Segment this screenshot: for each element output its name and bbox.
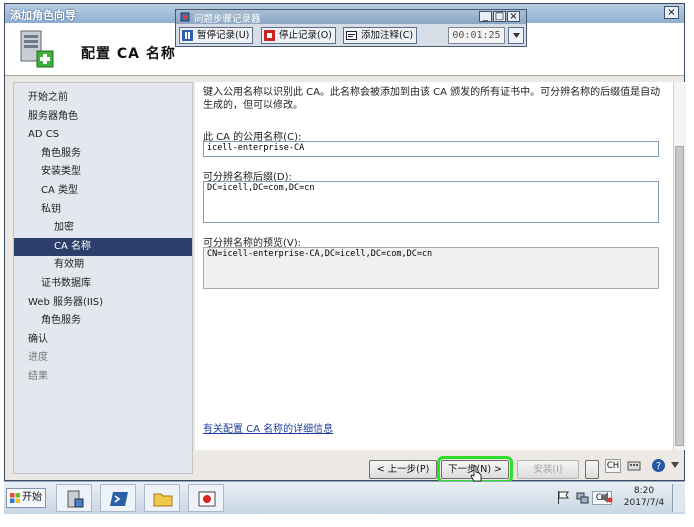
mouse-cursor-icon	[470, 465, 482, 482]
wizard-content: 键入公用名称以识别此 CA。此名称会被添加到由该 CA 颁发的所有证书中。可分辨…	[195, 82, 673, 450]
windows-logo-icon	[10, 493, 20, 503]
wizard-close-button[interactable]: ×	[664, 6, 679, 19]
network-icon[interactable]	[576, 491, 589, 504]
recorder-title: 问题步骤记录器	[194, 14, 261, 25]
sidebar-item[interactable]: 加密	[14, 219, 192, 237]
stop-icon	[264, 30, 275, 41]
sidebar-item[interactable]: Web 服务器(IIS)	[14, 294, 192, 312]
clock-date: 2017/7/4	[623, 498, 665, 508]
sidebar-item[interactable]: 角色服务	[14, 145, 192, 163]
sidebar-item[interactable]: CA 名称	[14, 237, 192, 256]
recorder-titlebar[interactable]: 问题步骤记录器 _ □ ×	[176, 10, 526, 25]
chevron-down-icon[interactable]	[671, 461, 679, 469]
sidebar-item[interactable]: 私钥	[14, 201, 192, 219]
sidebar-item[interactable]: 结果	[14, 368, 192, 386]
server-add-role-icon	[20, 30, 54, 68]
volume-icon[interactable]	[600, 491, 613, 504]
recorder-minimize-button[interactable]: _	[479, 11, 492, 22]
pause-icon	[182, 30, 193, 41]
stop-record-label: 停止记录(O)	[279, 30, 332, 41]
start-label: 开始	[22, 492, 42, 503]
server-icon	[67, 490, 84, 508]
dn-suffix-input[interactable]: DC=icell,DC=com,DC=cn	[203, 181, 659, 223]
install-button[interactable]: 安装(I)	[517, 460, 579, 479]
sidebar-item[interactable]: 安装类型	[14, 163, 192, 181]
clock-time: 8:20	[633, 486, 655, 496]
folder-icon	[153, 493, 173, 507]
explorer-taskbar-icon[interactable]	[144, 484, 180, 512]
windows-taskbar: 开始 CH 8:20 2017/7/4	[4, 481, 685, 514]
add-roles-wizard-window: 添加角色向导 × 配置 CA 名称 开始之前 服务器角色 AD CS 角色服务 安装类型…	[4, 3, 686, 483]
sidebar-item[interactable]: 证书数据库	[14, 275, 192, 293]
recorder-app-icon	[180, 12, 190, 22]
recorder-menu-dropdown[interactable]	[508, 27, 524, 44]
cancel-button[interactable]: 取消	[585, 460, 599, 479]
add-comment-button[interactable]: 添加注释(C)	[343, 27, 418, 44]
comment-icon	[346, 31, 357, 40]
chevron-down-icon	[513, 33, 520, 38]
sidebar-item[interactable]: 服务器角色	[14, 108, 192, 126]
record-timer: 00:01:25	[448, 27, 505, 44]
add-comment-label: 添加注释(C)	[361, 30, 414, 41]
page-title: 配置 CA 名称	[81, 46, 176, 62]
powershell-icon	[110, 492, 128, 506]
sidebar-item[interactable]: CA 类型	[14, 182, 192, 200]
wizard-title: 添加角色向导	[10, 9, 76, 22]
server-manager-taskbar-icon[interactable]	[56, 484, 92, 512]
scrollbar-thumb[interactable]	[675, 146, 684, 446]
wizard-lang-indicator[interactable]: CH	[605, 459, 621, 473]
stop-record-button[interactable]: 停止记录(O)	[261, 27, 336, 44]
wizard-steps-sidebar: 开始之前 服务器角色 AD CS 角色服务 安装类型 CA 类型 私钥 加密 CA 名称 有效期证…	[13, 82, 193, 474]
powershell-taskbar-icon[interactable]	[100, 484, 136, 512]
show-desktop-button[interactable]	[672, 484, 684, 512]
pause-record-label: 暂停记录(U)	[197, 30, 250, 41]
wizard-lang-label: CH	[606, 461, 620, 471]
flag-icon[interactable]	[557, 491, 569, 504]
svg-text:?: ?	[656, 461, 661, 472]
sidebar-item[interactable]: 开始之前	[14, 89, 192, 107]
content-scrollbar[interactable]	[673, 82, 686, 450]
recorder-maximize-button[interactable]: □	[493, 11, 506, 22]
page-description: 键入公用名称以识别此 CA。此名称会被添加到由该 CA 颁发的所有证书中。可分辨…	[203, 87, 661, 111]
keyboard-icon[interactable]	[627, 459, 641, 473]
sidebar-item[interactable]: AD CS	[14, 126, 192, 144]
recorder-close-button[interactable]: ×	[507, 11, 520, 22]
sidebar-item[interactable]: 有效期	[14, 256, 192, 274]
sidebar-item[interactable]: 确认	[14, 331, 192, 349]
back-button[interactable]: < 上一步(P)	[369, 460, 437, 479]
sidebar-item[interactable]: 角色服务	[14, 312, 192, 330]
dn-preview-field: CN=icell-enterprise-CA,DC=icell,DC=com,D…	[203, 247, 659, 289]
help-icon[interactable]: ?	[651, 458, 666, 473]
steps-recorder-taskbar-icon[interactable]	[188, 484, 224, 512]
screenshot-frame: 添加角色向导 × 配置 CA 名称 开始之前 服务器角色 AD CS 角色服务 安装类型…	[0, 0, 694, 527]
common-name-input[interactable]: icell-enterprise-CA	[203, 141, 659, 157]
help-link[interactable]: 有关配置 CA 名称的详细信息	[203, 420, 333, 435]
system-clock[interactable]: 8:20 2017/7/4	[620, 485, 668, 509]
pause-record-button[interactable]: 暂停记录(U)	[179, 27, 254, 44]
sidebar-item[interactable]: 进度	[14, 349, 192, 367]
problem-steps-recorder: 问题步骤记录器 _ □ × 暂停记录(U) 停止记录(O) 添加注释(C) 00…	[175, 9, 527, 47]
start-button[interactable]: 开始	[6, 488, 46, 508]
recorder-icon	[198, 491, 216, 507]
